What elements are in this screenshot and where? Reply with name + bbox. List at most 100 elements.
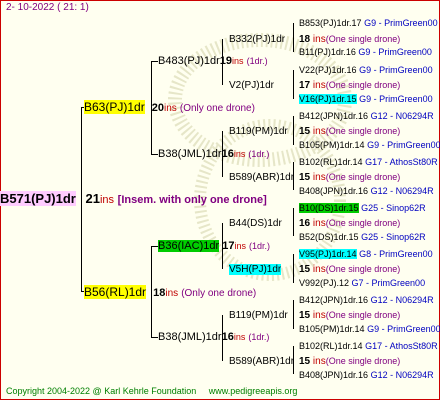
source-line: G9 - PrimGreen00 [364, 18, 438, 28]
copyright-text: Copyright 2004-2022 @ Karl Kehrle Founda… [6, 386, 197, 396]
root-queen[interactable]: B571(PJ)1dr 21ins [Insem. with only one … [0, 191, 267, 207]
queen-name[interactable]: B853(PJ)1dr.17 [299, 18, 362, 28]
insem-count: 19 [219, 55, 233, 67]
insem-note: (One single drone) [325, 80, 401, 90]
queen-name[interactable]: B105(PM)1dr.14 [299, 324, 365, 334]
queen-name[interactable]: B589(ABR)1dr [229, 172, 294, 183]
insem-unit: ins [164, 103, 177, 114]
insem-unit: ins [312, 310, 326, 321]
queen-name[interactable]: B36(IAC)1dr [158, 240, 220, 252]
queen-name[interactable]: B102(RL)1dr.14 [299, 341, 363, 351]
gen4-queen[interactable]: B10(DS)1dr.15 G25 - Sinop62R [299, 201, 426, 215]
insem-count: 15 [299, 356, 311, 367]
gen4-queen[interactable]: B105(PM)1dr.14 G9 - PrimGreen00 [299, 138, 440, 152]
queen-name[interactable]: B56(RL)1dr [84, 285, 147, 299]
gen4-queen[interactable]: B102(RL)1dr.14 G17 - AthosSt80R [299, 155, 438, 169]
insem-unit: ins [234, 241, 246, 251]
queen-name[interactable]: B408(JPN)1dr.16 [299, 186, 368, 196]
queen-name[interactable]: B119(PM)1dr [229, 126, 288, 137]
insem-unit: ins [233, 149, 246, 159]
gen3-queen[interactable]: V5H(PJ)1dr [229, 262, 282, 277]
gen4-queen[interactable]: V95(PJ)1dr.14 G8 - PrimGreen00 [299, 247, 433, 261]
gen4-queen[interactable]: B408(JPN)1dr.16 G12 - N06294R [299, 368, 434, 382]
insem-note: (One single drone) [325, 356, 401, 366]
gen3-queen[interactable]: B44(DS)1dr [229, 216, 282, 231]
connector [293, 254, 294, 283]
gen4-queen[interactable]: B52(DS)1dr.15 G25 - Sinop62R [299, 230, 426, 244]
gen4-queen[interactable]: B105(PM)1dr.14 G9 - PrimGreen00 [299, 322, 440, 336]
insem-count: 15 [299, 310, 311, 321]
gen3-queen[interactable]: B332(PJ)1dr [229, 32, 285, 47]
queen-name[interactable]: B63(PJ)1dr [84, 100, 145, 114]
insem-note: (One single drone) [325, 126, 401, 136]
source-line: G9 - PrimGreen00 [359, 94, 433, 104]
insem-unit: ins [312, 264, 326, 275]
queen-name[interactable]: B332(PJ)1dr [229, 34, 285, 45]
queen-name[interactable]: V95(PJ)1dr.14 [299, 249, 357, 259]
queen-name[interactable]: B412(JPN)1dr.16 [299, 111, 368, 121]
gen3-insem: 15 ins(One single drone) [299, 124, 400, 139]
queen-name[interactable]: B412(JPN)1dr.16 [299, 295, 368, 305]
source-line: G25 - Sinop62R [361, 232, 426, 242]
queen-name[interactable]: B52(DS)1dr.15 [299, 232, 359, 242]
report-date: 2- 10-2022 ( 21: 1) [6, 2, 89, 13]
gen3-queen[interactable]: B119(PM)1dr [229, 124, 288, 139]
gen3-queen[interactable]: B589(ABR)1dr [229, 354, 294, 369]
gen3-queen[interactable]: B589(ABR)1dr [229, 170, 294, 185]
connector [293, 23, 294, 52]
root-insem-unit: ins [99, 194, 115, 206]
queen-name[interactable]: V5H(PJ)1dr [229, 264, 282, 275]
insem-note: (1dr.) [248, 332, 270, 342]
queen-name[interactable]: B589(ABR)1dr [229, 356, 294, 367]
queen-name[interactable]: V22(PJ)1dr.16 [299, 65, 357, 75]
gen1-queen[interactable]: B63(PJ)1dr 20ins (Only one drone) [84, 100, 255, 116]
gen1-queen[interactable]: B56(RL)1dr 18ins (Only one drone) [84, 285, 256, 301]
queen-name[interactable]: B102(RL)1dr.14 [299, 157, 363, 167]
source-line: G9 - PrimGreen00 [367, 140, 440, 150]
gen2-queen[interactable]: B38(JML)1dr16ins (1dr.) [158, 330, 269, 344]
site-link[interactable]: www.pedigreeapis.org [209, 386, 298, 396]
root-insem-note: [Insem. with only one drone] [117, 194, 267, 206]
queen-name[interactable]: B38(JML)1dr [158, 331, 222, 343]
queen-name[interactable]: B119(PM)1dr [229, 310, 288, 321]
gen4-queen[interactable]: B11(PJ)1dr.16 G9 - PrimGreen00 [299, 45, 432, 59]
gen3-queen[interactable]: B119(PM)1dr [229, 308, 288, 323]
gen4-queen[interactable]: V992(PJ).12 G7 - PrimGreen00 [299, 276, 425, 290]
source-line: G12 - N06294R [370, 370, 434, 380]
queen-name[interactable]: B44(DS)1dr [229, 218, 282, 229]
insem-unit: ins [312, 126, 326, 137]
source-line: G17 - AthosSt80R [365, 157, 438, 167]
insem-unit: ins [312, 80, 326, 91]
footer: Copyright 2004-2022 @ Karl Kehrle Founda… [6, 384, 297, 398]
source-line: G12 - N06294R [370, 295, 434, 305]
insem-note: (1dr.) [248, 149, 270, 159]
insem-note: (One single drone) [325, 264, 401, 274]
gen4-queen[interactable]: B853(PJ)1dr.17 G9 - PrimGreen00 [299, 16, 438, 30]
gen4-queen[interactable]: B408(JPN)1dr.16 G12 - N06294R [299, 184, 434, 198]
gen3-queen[interactable]: V2(PJ)1dr [229, 78, 274, 93]
gen4-queen[interactable]: B412(JPN)1dr.16 G12 - N06294R [299, 109, 434, 123]
gen2-queen[interactable]: B38(JML)1dr16ins (1dr.) [158, 147, 269, 161]
queen-name[interactable]: V2(PJ)1dr [229, 80, 274, 91]
insem-count: 17 [299, 80, 311, 91]
queen-name[interactable]: B38(JML)1dr [158, 148, 222, 160]
source-line: G12 - N06294R [370, 186, 434, 196]
queen-name[interactable]: V992(PJ).12 [299, 278, 349, 288]
queen-name[interactable]: B10(DS)1dr.15 [299, 203, 359, 213]
queen-name[interactable]: B483(PJ)1dr [158, 55, 220, 67]
queen-name[interactable]: B105(PM)1dr.14 [299, 140, 365, 150]
queen-name[interactable]: V16(PJ)1dr.15 [299, 94, 357, 104]
gen4-queen[interactable]: V22(PJ)1dr.16 G9 - PrimGreen00 [299, 63, 433, 77]
gen4-queen[interactable]: B102(RL)1dr.14 G17 - AthosSt80R [299, 339, 438, 353]
queen-name[interactable]: B408(JPN)1dr.16 [299, 370, 368, 380]
gen2-queen[interactable]: B36(IAC)1dr 17ins (1dr.) [158, 239, 270, 253]
gen4-queen[interactable]: B412(JPN)1dr.16 G12 - N06294R [299, 293, 434, 307]
gen4-queen[interactable]: V16(PJ)1dr.15 G9 - PrimGreen00 [299, 92, 433, 106]
source-line: G25 - Sinop62R [361, 203, 426, 213]
queen-name[interactable]: B11(PJ)1dr.16 [299, 47, 356, 57]
insem-count: 20 [151, 102, 165, 114]
gen2-queen[interactable]: B483(PJ)1dr19ins (1dr.) [158, 54, 268, 68]
insem-count: 16 [299, 218, 311, 229]
insem-unit: ins [232, 56, 244, 66]
root-queen-name[interactable]: B571(PJ)1dr [0, 191, 76, 206]
